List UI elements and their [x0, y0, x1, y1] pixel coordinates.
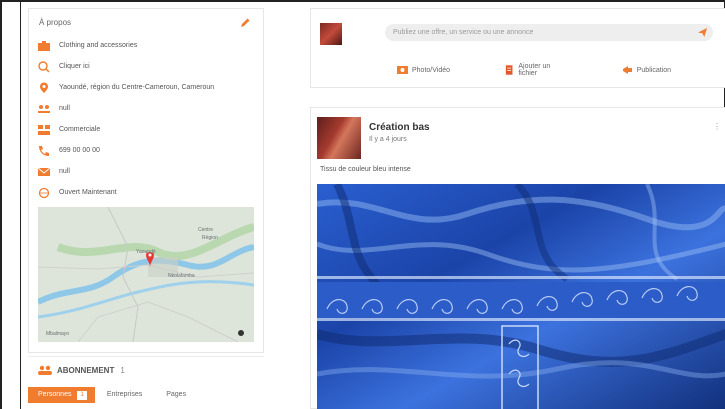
action-label: Photo/Vidéo [412, 66, 451, 74]
info-row-email[interactable]: null [37, 161, 257, 182]
pencil-icon[interactable] [239, 17, 251, 29]
group-icon [38, 124, 50, 135]
post-caption: Tissu de couleur bleu intense [320, 166, 411, 173]
people-icon [38, 104, 50, 113]
tab-personnes[interactable]: Personnes 1 [28, 387, 95, 403]
info-text: Cliquer ici [59, 63, 90, 70]
info-row-address: Yaoundé, région du Centre-Cameroun, Came… [37, 77, 257, 98]
info-row-link[interactable]: Cliquer ici [37, 56, 257, 77]
phone-icon [39, 145, 49, 156]
tab-pages[interactable]: Pages [154, 387, 198, 403]
info-text: Clothing and accessories [59, 42, 138, 49]
composer-placeholder: Publiez une offre, un service ou une ann… [393, 29, 534, 36]
info-text: Yaoundé, région du Centre-Cameroun, Came… [59, 84, 215, 91]
megaphone-icon [622, 66, 632, 74]
post-author[interactable]: Création bas [369, 122, 430, 133]
subscribers-count: 1 [120, 365, 125, 375]
globe-icon [38, 187, 50, 198]
add-file-button[interactable]: Ajouter un fichier [504, 63, 568, 77]
briefcase-icon [38, 40, 50, 51]
info-text: Ouvert Maintenant [59, 189, 117, 196]
about-card: À propos Clothing and accessories Clique… [28, 8, 264, 353]
map-label-mbalmayo: Mbalmayo [46, 331, 70, 337]
composer-input[interactable]: Publiez une offre, un service ou une ann… [385, 24, 713, 41]
mail-icon [37, 167, 51, 176]
info-row-hours: Ouvert Maintenant [37, 182, 257, 203]
subscribers-tabs: Personnes 1 Entreprises Pages [28, 387, 198, 403]
map-label-nkolafamba: Nkolafamba [168, 273, 195, 279]
search-icon [38, 60, 50, 72]
info-row-category: Clothing and accessories [37, 35, 257, 56]
info-text: null [59, 168, 70, 175]
avatar[interactable] [320, 23, 342, 45]
post-card: Création bas Il y a 4 jours ⋮ Tissu de c… [310, 107, 725, 409]
photo-video-button[interactable]: Photo/Vidéo [397, 63, 450, 77]
document-icon [505, 65, 513, 75]
info-text: Commerciale [59, 126, 101, 133]
tab-label: Personnes [38, 391, 72, 398]
tab-badge: 1 [77, 390, 87, 400]
action-label: Publication [636, 66, 671, 74]
about-title: À propos [39, 18, 72, 27]
frame-divider [20, 0, 21, 409]
subscribers-header: ABONNEMENT 1 [38, 365, 125, 375]
subscribers-title: ABONNEMENT [57, 365, 115, 375]
info-text: 699 00 00 00 [59, 147, 100, 154]
map-graphic [38, 207, 254, 342]
publication-button[interactable]: Publication [622, 63, 671, 77]
location-pin-icon [40, 82, 48, 93]
post-menu-icon[interactable]: ⋮ [713, 122, 721, 131]
post-subtitle: Il y a 4 jours [369, 136, 407, 143]
post-avatar[interactable] [317, 117, 361, 159]
info-row-type: Commerciale [37, 119, 257, 140]
photo-icon [397, 66, 408, 74]
post-image[interactable] [317, 184, 725, 409]
send-icon[interactable] [698, 28, 707, 37]
info-text: null [59, 105, 70, 112]
composer-actions: Photo/Vidéo Ajouter un fichier Publicati… [397, 63, 725, 77]
info-row-people: null [37, 98, 257, 119]
map-label-yaounde: Yaoundé [136, 249, 156, 255]
location-map[interactable]: Centre Région Yaoundé Nkolafamba Mbalmay… [38, 207, 254, 342]
info-list: Clothing and accessories Cliquer ici Yao… [37, 35, 257, 203]
tab-entreprises[interactable]: Entreprises [95, 387, 154, 403]
people-icon [38, 365, 52, 375]
info-row-phone[interactable]: 699 00 00 00 [37, 140, 257, 161]
post-composer: Publiez une offre, un service ou une ann… [310, 8, 725, 88]
action-label: Ajouter un fichier [518, 63, 551, 77]
fabric-image [317, 184, 725, 409]
map-label-centre: Centre [198, 227, 214, 233]
map-label-region: Région [202, 235, 218, 241]
subscribers-card: ABONNEMENT 1 Personnes 1 Entreprises Pag… [28, 356, 264, 409]
